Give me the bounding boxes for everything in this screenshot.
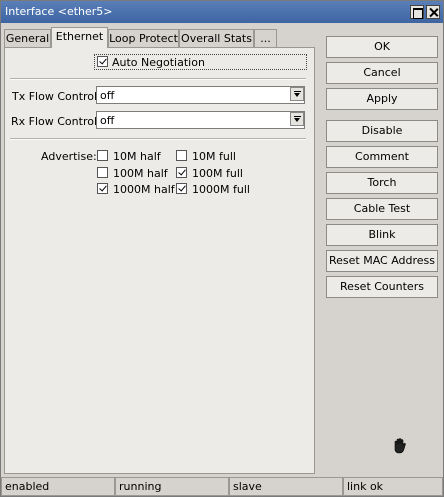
apply-button[interactable]: Apply xyxy=(326,88,438,110)
ok-button[interactable]: OK xyxy=(326,36,438,58)
title-bar[interactable]: Interface <ether5> xyxy=(1,1,443,23)
tab-overall-stats[interactable]: Overall Stats xyxy=(179,29,254,47)
status-link: link ok xyxy=(343,477,443,496)
chevron-down-icon[interactable] xyxy=(290,87,304,101)
advertise-10m-full-checkbox[interactable] xyxy=(176,150,187,161)
rx-flow-control-select[interactable]: off xyxy=(96,111,305,129)
advertise-1000m-full-label: 1000M full xyxy=(192,183,250,196)
maximize-button[interactable] xyxy=(410,5,424,19)
status-bar: enabled running slave link ok xyxy=(1,477,443,496)
tx-flow-control-dropdown[interactable] xyxy=(289,86,305,104)
tab-loop-protect[interactable]: Loop Protect xyxy=(108,29,179,47)
status-running: running xyxy=(115,477,229,496)
interface-window: Interface <ether5> General Ethernet Loop… xyxy=(0,0,444,497)
tab-more[interactable]: ... xyxy=(254,29,277,47)
window-title: Interface <ether5> xyxy=(5,5,113,18)
cancel-button[interactable]: Cancel xyxy=(326,62,438,84)
rx-flow-control-dropdown[interactable] xyxy=(289,111,305,129)
tx-flow-control-select[interactable]: off xyxy=(96,86,305,104)
advertise-label: Advertise: xyxy=(41,150,97,163)
advertise-10m-half-label: 10M half xyxy=(113,150,161,163)
comment-button[interactable]: Comment xyxy=(326,146,438,168)
chevron-down-icon[interactable] xyxy=(290,112,304,126)
tab-ethernet[interactable]: Ethernet xyxy=(51,27,108,48)
auto-negotiation-checkbox[interactable] xyxy=(97,56,108,67)
tx-flow-control-label: Tx Flow Control: xyxy=(12,90,101,103)
advertise-10m-half-checkbox[interactable] xyxy=(97,150,108,161)
hand-cursor-icon xyxy=(394,438,406,454)
tab-general[interactable]: General xyxy=(4,29,51,47)
separator xyxy=(10,78,306,80)
torch-button[interactable]: Torch xyxy=(326,172,438,194)
rx-flow-control-value: off xyxy=(100,114,115,127)
advertise-1000m-full-checkbox[interactable] xyxy=(176,183,187,194)
cable-test-button[interactable]: Cable Test xyxy=(326,198,438,220)
advertise-100m-half-checkbox[interactable] xyxy=(97,167,108,178)
advertise-10m-full-label: 10M full xyxy=(192,150,236,163)
blink-button[interactable]: Blink xyxy=(326,224,438,246)
reset-mac-address-button[interactable]: Reset MAC Address xyxy=(326,250,438,272)
tx-flow-control-value: off xyxy=(100,89,115,102)
close-button[interactable] xyxy=(426,5,440,19)
separator xyxy=(10,138,306,140)
advertise-1000m-half-label: 1000M half xyxy=(113,183,175,196)
rx-flow-control-label: Rx Flow Control: xyxy=(11,115,101,128)
disable-button[interactable]: Disable xyxy=(326,120,438,142)
advertise-1000m-half-checkbox[interactable] xyxy=(97,183,108,194)
status-enabled: enabled xyxy=(1,477,115,496)
auto-negotiation-label: Auto Negotiation xyxy=(112,56,205,69)
advertise-100m-half-label: 100M half xyxy=(113,167,168,180)
reset-counters-button[interactable]: Reset Counters xyxy=(326,276,438,298)
advertise-100m-full-label: 100M full xyxy=(192,167,243,180)
advertise-100m-full-checkbox[interactable] xyxy=(176,167,187,178)
status-slave: slave xyxy=(229,477,343,496)
